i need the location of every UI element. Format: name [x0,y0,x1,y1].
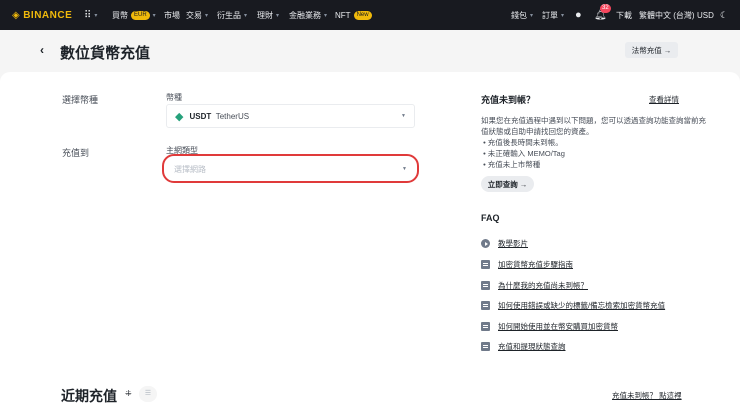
deposit-to-label: 充值到 [62,148,90,158]
faq-link[interactable]: 為什麼我的充值尚未到帳？ [498,280,588,291]
nav-buy-crypto[interactable]: 買幣 EUR ▾ [112,0,156,30]
language-selector[interactable]: 繁體中文 (台灣) [639,0,695,30]
dark-mode-icon[interactable]: ☾ [720,0,728,30]
fiat-deposit-button[interactable]: 法幣充值 → [625,42,678,58]
currency-badge: EUR [131,10,150,20]
usdt-icon: ◆ [175,110,184,123]
help-bullet: • 充值後長時間未到帳。 [481,138,563,147]
bullet-text: 充值後長時間未到帳。 [487,138,563,147]
query-now-button[interactable]: 立即查詢 → [481,176,534,192]
help-title: 充值未到帳？ [481,95,536,105]
nav-label: 金融業務 [289,10,321,20]
nav-trade[interactable]: 交易 ▾ [186,0,208,30]
play-icon [481,239,490,248]
faq-item[interactable]: 充值和提現狀態查詢 [481,341,566,352]
nav-label: 衍生品 [217,10,241,20]
help-bullet: • 充值未上市幣種 [481,160,541,169]
faq-item[interactable]: 如何使用錯誤或缺少的標籤/備忘檢索加密貨幣充值 [481,300,665,311]
new-badge: New [353,10,372,20]
nav-label: 買幣 [112,10,128,20]
nav-label: 交易 [186,10,202,20]
user-icon[interactable]: ● [575,0,582,30]
document-icon [481,301,490,310]
faq-link[interactable]: 充值和提現狀態查詢 [498,341,566,352]
help-paragraph: 如果您在充值過程中遇到以下問題，您可以透過查詢功能查詢當前充值狀態或自助申請找回… [481,116,706,136]
back-chevron-icon[interactable]: ‹ [40,43,44,57]
nav-markets[interactable]: 市場 [164,0,180,30]
document-icon [481,260,490,269]
nav-label: 錢包 [511,10,527,20]
logo-text: BINANCE [23,9,73,21]
faq-item[interactable]: 教學影片 [481,238,528,249]
nav-orders[interactable]: 訂單 ▾ [542,0,564,30]
notification-count: 32 [600,4,611,13]
coin-field-label: 幣種 [166,93,182,102]
faq-item[interactable]: 為什麼我的充值尚未到帳？ [481,280,588,291]
document-icon [481,322,490,331]
faq-link[interactable]: 加密貨幣充值步驟指南 [498,259,573,270]
view-details-link[interactable]: 查看詳情 [649,94,679,105]
nav-derivatives[interactable]: 衍生品 ▾ [217,0,247,30]
faq-item[interactable]: 加密貨幣充值步驟指南 [481,259,573,270]
deposit-not-arrived-link[interactable]: 充值未到帳？ 點這裡 [612,390,682,401]
top-nav: ◈ BINANCE ⠿ ▾ 買幣 EUR ▾ 市場 交易 ▾ 衍生品 ▾ 理財 ▾ 金融業務 ▾… [0,0,740,30]
nav-label: NFT [335,10,351,20]
help-text: 如果您在充值過程中遇到以下問題，您可以透過查詢功能查詢當前充值狀態或自助申請找回… [481,115,706,170]
currency-selector[interactable]: USD [697,0,714,30]
recent-deposits-title: 近期充值 [61,388,117,404]
bullet-text: 充值未上市幣種 [487,160,541,169]
list-view-icon[interactable]: ☰ [139,386,157,402]
apps-grid-icon[interactable]: ⠿ ▾ [84,0,97,30]
help-bullet: • 未正確輸入 MEMO/Tag [481,149,565,158]
faq-link[interactable]: 如何使用錯誤或缺少的標籤/備忘檢索加密貨幣充值 [498,300,665,311]
nav-finance[interactable]: 金融業務 ▾ [289,0,327,30]
select-coin-label: 選擇幣種 [62,95,99,105]
faq-link[interactable]: 如何開始使用並在幣安購買加密貨幣 [498,321,618,332]
nav-nft[interactable]: NFT New [335,0,372,30]
bullet-text: 未正確輸入 MEMO/Tag [487,149,565,158]
grid-view-icon[interactable]: ⁜ [125,389,132,398]
page-title: 數位貨幣充值 [60,45,151,62]
caret-down-icon: ▼ [401,113,406,119]
nav-download[interactable]: 下載 [616,0,632,30]
document-icon [481,281,490,290]
binance-logo[interactable]: ◈ BINANCE [12,0,72,30]
bell-icon[interactable]: 🔔︎ 32 [594,0,611,30]
nav-earn[interactable]: 理財 ▾ [257,0,279,30]
faq-link[interactable]: 教學影片 [498,238,528,249]
coin-name: TetherUS [215,111,250,121]
document-icon [481,342,490,351]
nav-label: 訂單 [542,10,558,20]
coin-select[interactable]: ◆ USDT TetherUS ▼ [166,104,415,128]
coin-symbol: USDT [189,111,212,121]
faq-item[interactable]: 如何開始使用並在幣安購買加密貨幣 [481,321,618,332]
faq-title: FAQ [481,213,500,223]
nav-label: 理財 [257,10,273,20]
nav-label: 市場 [164,10,180,20]
highlight-outline [162,154,419,183]
nav-wallet[interactable]: 錢包 ▾ [511,0,533,30]
